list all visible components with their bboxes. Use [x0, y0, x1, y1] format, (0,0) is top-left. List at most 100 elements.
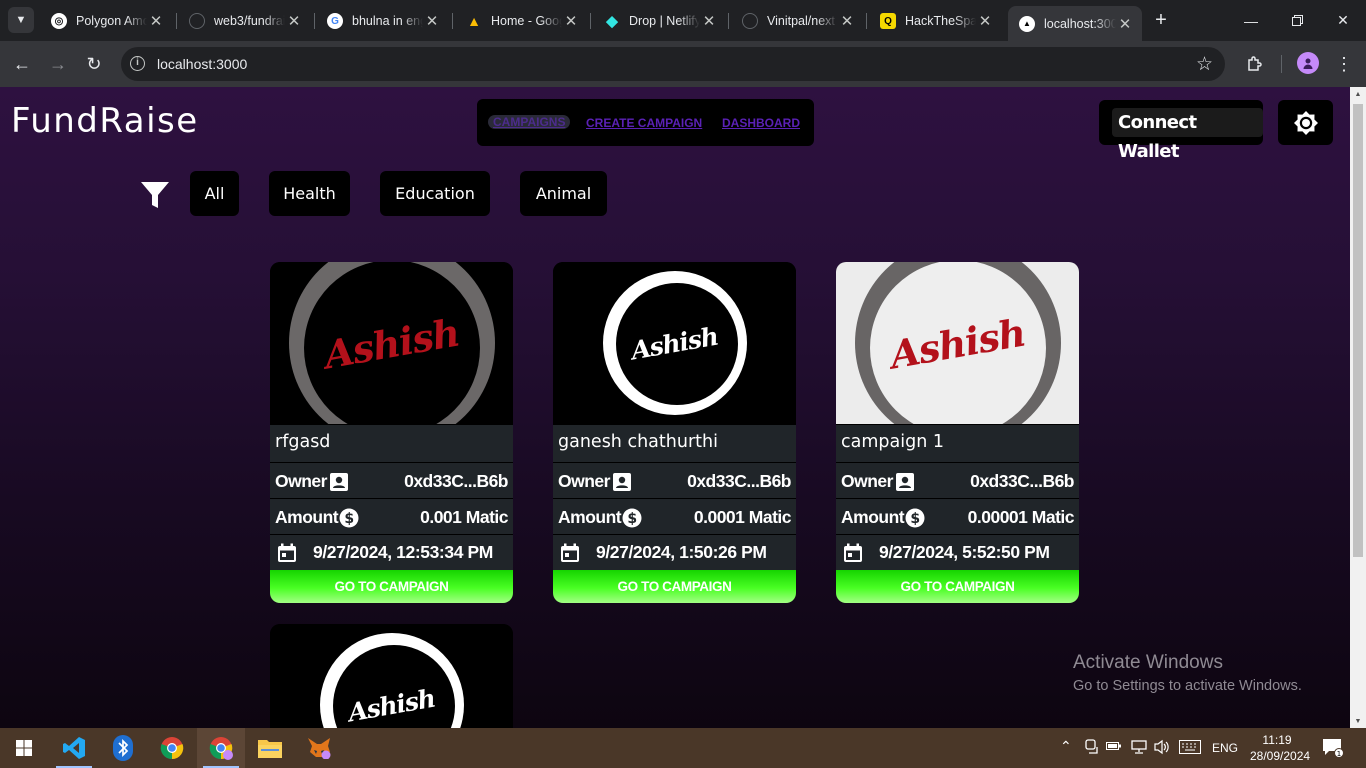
taskbar-metamask[interactable]: [295, 728, 343, 768]
restore-icon[interactable]: [1274, 0, 1320, 41]
go-to-campaign-button[interactable]: GO TO CAMPAIGN: [553, 570, 796, 603]
campaign-card: Ashish campaign 1 Owner 0xd33C...B6b Amo…: [836, 262, 1079, 603]
nav-create-campaign-link[interactable]: CREATE CAMPAIGN: [586, 116, 702, 130]
created-date: 9/27/2024, 12:53:34 PM: [313, 542, 493, 562]
filter-chip-animal[interactable]: Animal: [520, 171, 607, 216]
chrome-menu-icon[interactable]: ⋮: [1331, 51, 1357, 77]
tab-hackthespace[interactable]: Q HackTheSpace ✕: [869, 7, 1002, 35]
new-tab-icon[interactable]: +: [1150, 9, 1172, 31]
tab-google-drive[interactable]: ▲ Home - Google Drive ✕: [455, 7, 588, 35]
tab-search-dropdown[interactable]: ▼: [8, 7, 34, 33]
filter-chip-all[interactable]: All: [190, 171, 239, 216]
owner-contact-icon: [612, 472, 631, 491]
url-text[interactable]: localhost:3000: [157, 56, 247, 72]
go-to-campaign-button[interactable]: GO TO CAMPAIGN: [270, 570, 513, 603]
system-clock[interactable]: 11:19 28/09/2024: [1250, 732, 1310, 764]
dollar-coin-icon: $: [622, 508, 642, 527]
metamask-fox-icon: [308, 738, 331, 759]
forward-icon[interactable]: →: [45, 51, 71, 77]
campaign-image: Ashish: [270, 262, 513, 424]
tab-polygon-amoy[interactable]: ◎ Polygon Amoy ✕: [40, 7, 173, 35]
tray-overflow-chevron-icon[interactable]: ⌃: [1060, 738, 1072, 755]
tab-web3-fundraise[interactable]: web3/fundraise ✕: [178, 7, 311, 35]
start-button[interactable]: [0, 728, 48, 768]
watermark-title: Activate Windows: [1073, 652, 1223, 673]
battery-icon[interactable]: [1106, 740, 1122, 755]
owner-label: Owner: [275, 471, 327, 491]
brand-logo[interactable]: FundRaise: [11, 101, 199, 141]
tab-title: HackTheSpace: [905, 14, 976, 28]
tab-google-search[interactable]: G bhulna in english ✕: [316, 7, 449, 35]
amount-value: 0.001 Matic: [420, 507, 508, 527]
taskbar-vscode[interactable]: [50, 728, 98, 768]
notification-count: 1: [1337, 750, 1341, 758]
theme-toggle-button[interactable]: [1278, 100, 1333, 145]
scrollbar-thumb[interactable]: [1353, 104, 1363, 557]
main-nav: CAMPAIGNS CREATE CAMPAIGN DASHBOARD: [477, 99, 814, 146]
owner-contact-icon: [329, 472, 348, 491]
owner-row: Owner 0xd33C...B6b: [836, 462, 1079, 498]
tab-title: Vinitpal/next: [767, 14, 835, 28]
close-tab-icon[interactable]: ✕: [838, 12, 856, 30]
close-tab-icon[interactable]: ✕: [976, 12, 994, 30]
netlify-favicon-icon: ◆: [606, 13, 618, 30]
tab-title: Drop | Netlify: [629, 14, 700, 28]
clock-time: 11:19: [1262, 733, 1292, 747]
campaign-title-row: ganesh chathurthi: [553, 424, 796, 462]
close-tab-icon[interactable]: ✕: [147, 12, 165, 30]
volume-icon[interactable]: [1154, 739, 1170, 758]
close-tab-icon[interactable]: ✕: [700, 12, 718, 30]
owner-contact-icon: [895, 472, 914, 491]
filter-chip-education[interactable]: Education: [380, 171, 490, 216]
tab-localhost-active[interactable]: ▲ localhost:3000 ✕: [1008, 6, 1142, 41]
close-tab-icon[interactable]: ✕: [562, 12, 580, 30]
campaign-title-row: campaign 1: [836, 424, 1079, 462]
taskbar-chrome[interactable]: [148, 728, 196, 768]
calendar-icon: [278, 543, 296, 562]
folder-icon: [258, 740, 282, 758]
nav-dashboard-link[interactable]: DASHBOARD: [722, 116, 800, 130]
taskbar-chrome-profile[interactable]: [197, 728, 245, 768]
calendar-icon: [844, 543, 862, 562]
campaign-card: Ashish rfgasd Owner 0xd33C...B6b Amount …: [270, 262, 513, 603]
campaign-image: Ashish: [836, 262, 1079, 424]
language-indicator[interactable]: ENG: [1212, 741, 1238, 755]
filter-chip-health[interactable]: Health: [269, 171, 350, 216]
filter-funnel-icon: [141, 182, 169, 208]
profile-avatar[interactable]: [1297, 52, 1319, 74]
tab-title: Polygon Amoy: [76, 14, 147, 28]
windows-activation-watermark: Activate Windows Go to Settings to activ…: [1073, 652, 1302, 694]
campaign-image-signature: Ashish: [886, 309, 1029, 377]
extensions-icon[interactable]: [1242, 51, 1268, 77]
reload-icon[interactable]: ↻: [81, 51, 107, 77]
network-icon[interactable]: [1131, 739, 1147, 758]
go-to-campaign-button[interactable]: GO TO CAMPAIGN: [836, 570, 1079, 603]
back-icon[interactable]: ←: [9, 51, 35, 77]
taskbar-bluetooth[interactable]: [99, 728, 147, 768]
tab-title: web3/fundraise: [214, 14, 285, 28]
page-scrollbar[interactable]: ▲ ▼: [1350, 87, 1366, 728]
bookmark-star-icon[interactable]: ☆: [1196, 53, 1213, 76]
watermark-subtitle: Go to Settings to activate Windows.: [1073, 678, 1302, 694]
scroll-down-icon[interactable]: ▼: [1353, 718, 1363, 725]
windows-taskbar: ⌃ ENG 11:19 28/09/2024 1: [0, 728, 1366, 768]
address-bar[interactable]: i localhost:3000 ☆: [121, 47, 1225, 81]
tab-vinitpal-next[interactable]: Vinitpal/next ✕: [731, 7, 864, 35]
touch-keyboard-icon[interactable]: [1179, 740, 1201, 757]
close-window-icon[interactable]: ✕: [1320, 0, 1366, 41]
tab-title: bhulna in english: [352, 14, 423, 28]
close-tab-icon[interactable]: ✕: [1116, 15, 1134, 33]
tab-netlify-drop[interactable]: ◆ Drop | Netlify ✕: [593, 7, 726, 35]
nav-campaigns-link[interactable]: CAMPAIGNS: [488, 115, 571, 129]
connect-wallet-button[interactable]: Connect Wallet: [1099, 100, 1263, 162]
github-favicon-icon: [189, 13, 205, 29]
notification-center-icon[interactable]: 1: [1322, 738, 1344, 761]
hackthespace-favicon-icon: Q: [880, 13, 896, 29]
close-tab-icon[interactable]: ✕: [423, 12, 441, 30]
minimize-icon[interactable]: —: [1228, 0, 1274, 41]
site-info-icon[interactable]: i: [130, 56, 145, 71]
tray-meet-now-icon[interactable]: [1085, 739, 1099, 758]
close-tab-icon[interactable]: ✕: [285, 12, 303, 30]
taskbar-file-explorer[interactable]: [246, 728, 294, 768]
scroll-up-icon[interactable]: ▲: [1353, 91, 1363, 98]
